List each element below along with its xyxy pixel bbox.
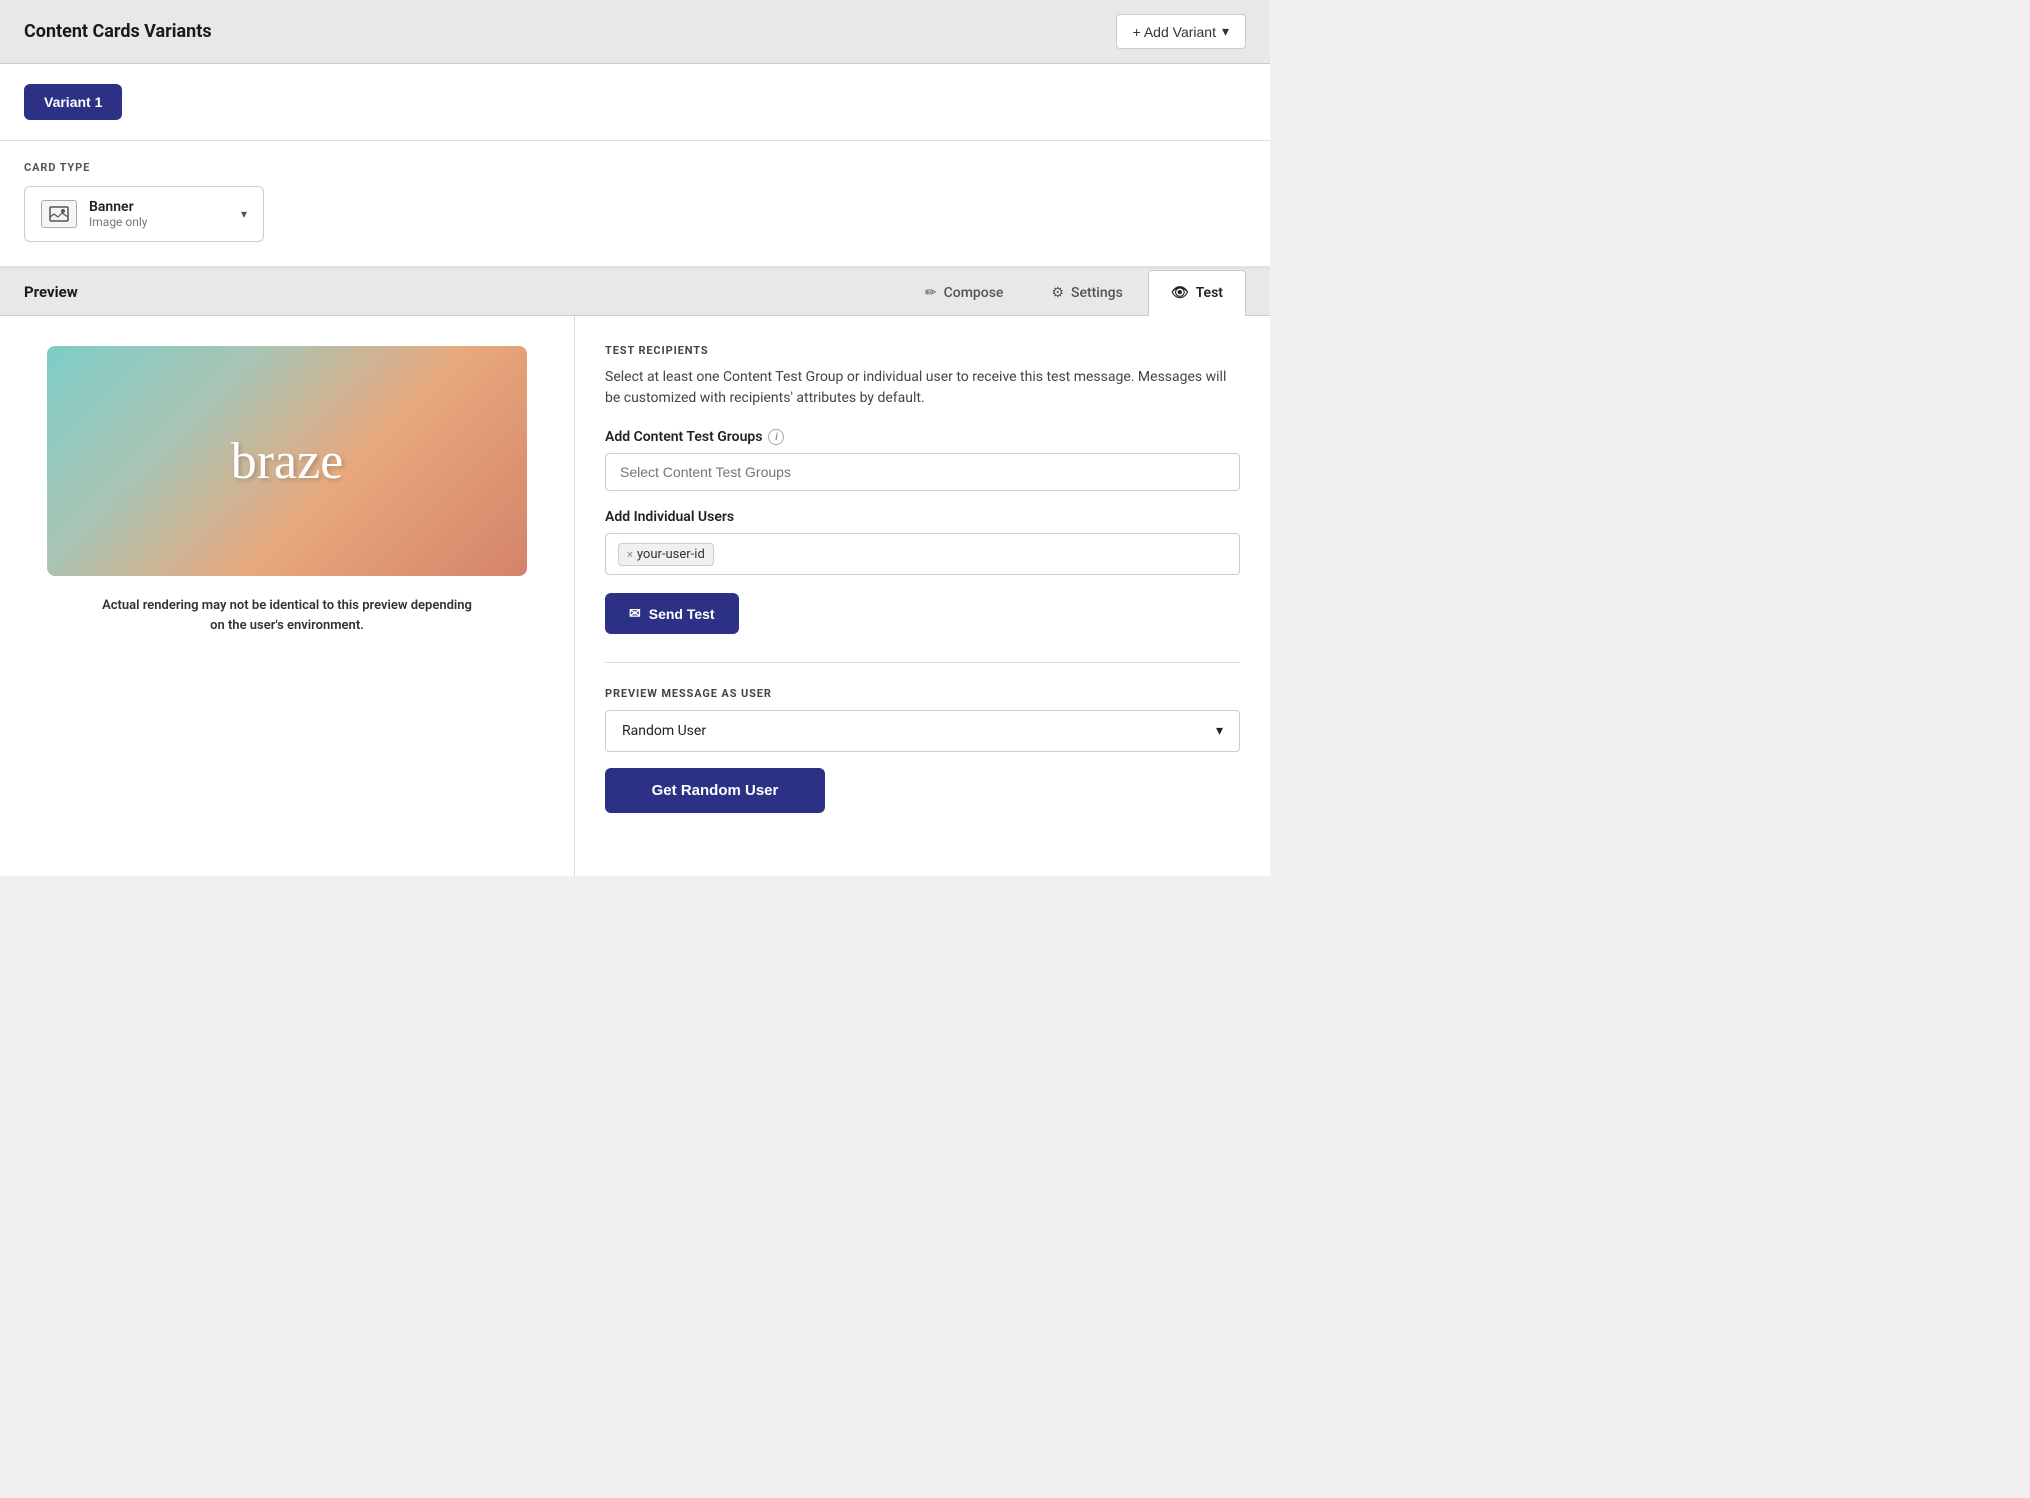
tab-compose[interactable]: ✏ Compose bbox=[902, 270, 1027, 315]
user-tag: × your-user-id bbox=[618, 543, 714, 566]
pencil-icon: ✏ bbox=[925, 285, 937, 301]
add-variant-label: + Add Variant bbox=[1133, 24, 1216, 40]
individual-users-field[interactable]: × your-user-id bbox=[605, 533, 1240, 575]
variant-1-button[interactable]: Variant 1 bbox=[24, 84, 122, 120]
preview-as-user-section: PREVIEW MESSAGE AS USER Random User ▾ Ge… bbox=[605, 663, 1240, 813]
variant-section: Variant 1 bbox=[0, 64, 1270, 141]
help-icon[interactable]: i bbox=[768, 429, 784, 445]
banner-icon bbox=[41, 200, 77, 228]
test-recipients-description: Select at least one Content Test Group o… bbox=[605, 367, 1240, 409]
card-type-name: Banner bbox=[89, 199, 147, 215]
card-type-text: Banner Image only bbox=[89, 199, 147, 229]
dropdown-chevron-icon: ▾ bbox=[1216, 723, 1223, 739]
envelope-icon: ✉ bbox=[629, 605, 641, 622]
send-test-button[interactable]: ✉ Send Test bbox=[605, 593, 739, 634]
card-type-dropdown[interactable]: Banner Image only ▾ bbox=[24, 186, 264, 242]
send-test-label: Send Test bbox=[649, 606, 715, 622]
content-test-groups-label: Add Content Test Groups i bbox=[605, 429, 1240, 445]
user-tag-value: your-user-id bbox=[637, 547, 705, 562]
tab-settings[interactable]: ⚙ Settings bbox=[1028, 270, 1145, 315]
get-random-user-button[interactable]: Get Random User bbox=[605, 768, 825, 813]
dropdown-chevron-icon: ▾ bbox=[241, 207, 247, 221]
card-type-section-label: CARD TYPE bbox=[24, 161, 1246, 174]
eye-icon: 👁 bbox=[1171, 285, 1189, 301]
tab-settings-label: Settings bbox=[1071, 285, 1123, 301]
preview-label: Preview bbox=[24, 269, 900, 315]
content-test-groups-input[interactable] bbox=[605, 453, 1240, 491]
tab-compose-label: Compose bbox=[944, 285, 1004, 301]
page-header: Content Cards Variants + Add Variant ▾ bbox=[0, 0, 1270, 64]
card-type-sub: Image only bbox=[89, 215, 147, 229]
card-type-section: CARD TYPE Banner Image only ▾ bbox=[0, 141, 1270, 269]
individual-users-label: Add Individual Users bbox=[605, 509, 1240, 525]
page-title: Content Cards Variants bbox=[24, 21, 212, 42]
tab-test-label: Test bbox=[1196, 285, 1223, 301]
preview-disclaimer: Actual rendering may not be identical to… bbox=[97, 596, 477, 635]
gear-icon: ⚙ bbox=[1051, 285, 1064, 301]
random-user-value: Random User bbox=[622, 723, 706, 739]
braze-logo: braze bbox=[231, 432, 344, 491]
main-content: braze Actual rendering may not be identi… bbox=[0, 316, 1270, 876]
test-recipients-title: TEST RECIPIENTS bbox=[605, 344, 1240, 357]
preview-panel: braze Actual rendering may not be identi… bbox=[0, 316, 575, 876]
chevron-down-icon: ▾ bbox=[1222, 23, 1229, 40]
card-type-inner: Banner Image only bbox=[41, 199, 147, 229]
right-panel: TEST RECIPIENTS Select at least one Cont… bbox=[575, 316, 1270, 876]
banner-preview-image: braze bbox=[47, 346, 527, 576]
tabs-container: ✏ Compose ⚙ Settings 👁 Test bbox=[900, 270, 1246, 315]
preview-tabs-header: Preview ✏ Compose ⚙ Settings 👁 Test bbox=[0, 269, 1270, 316]
tab-test[interactable]: 👁 Test bbox=[1148, 270, 1246, 316]
preview-as-user-dropdown[interactable]: Random User ▾ bbox=[605, 710, 1240, 752]
preview-as-user-title: PREVIEW MESSAGE AS USER bbox=[605, 687, 1240, 700]
remove-user-tag-icon[interactable]: × bbox=[627, 548, 633, 561]
test-recipients-section: TEST RECIPIENTS Select at least one Cont… bbox=[605, 344, 1240, 663]
add-variant-button[interactable]: + Add Variant ▾ bbox=[1116, 14, 1246, 49]
